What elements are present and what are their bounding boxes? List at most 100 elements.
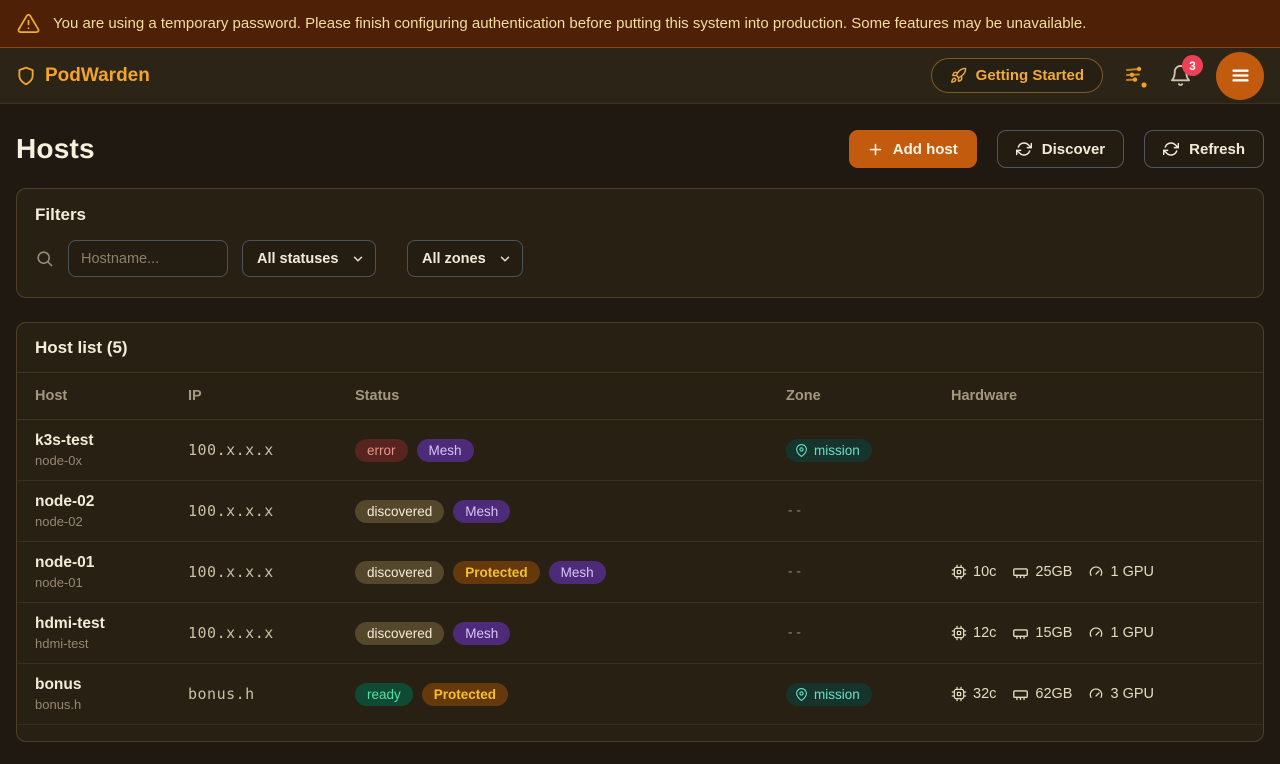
zone-select-wrap: All zones xyxy=(407,240,523,277)
host-cell: bonusbonus.h xyxy=(35,676,188,712)
host-subtitle: hdmi-test xyxy=(35,636,188,651)
cpu-icon xyxy=(951,564,967,580)
host-ip: bonus.h xyxy=(188,685,355,703)
memory-icon xyxy=(1012,564,1029,581)
status-badge-mesh: Mesh xyxy=(549,561,606,584)
warning-triangle-icon xyxy=(17,12,40,35)
memory-icon xyxy=(1012,625,1029,642)
hostname-search-input[interactable] xyxy=(68,240,228,277)
zone-filter-select[interactable]: All zones xyxy=(407,240,523,277)
host-ip: 100.x.x.x xyxy=(188,502,355,520)
hardware-value: 10c xyxy=(973,564,996,580)
table-row[interactable]: bonusbonus.hbonus.hreadyProtected mission… xyxy=(17,664,1263,725)
column-header-hardware: Hardware xyxy=(951,388,1245,404)
status-cell: discoveredMesh xyxy=(355,500,786,523)
host-subtitle: node-02 xyxy=(35,514,188,529)
zone-empty: -- xyxy=(786,625,803,641)
zone-empty: -- xyxy=(786,503,803,519)
host-ip: 100.x.x.x xyxy=(188,563,355,581)
table-row[interactable]: node-01node-01100.x.x.xdiscoveredProtect… xyxy=(17,542,1263,603)
hardware-cell: 10c 25GB 1 GPU xyxy=(951,564,1245,581)
zone-badge: mission xyxy=(786,683,872,706)
sliders-icon[interactable] xyxy=(1123,63,1149,89)
refresh-label: Refresh xyxy=(1189,141,1245,158)
host-ip: 100.x.x.x xyxy=(188,441,355,459)
zone-label: mission xyxy=(814,443,860,458)
filters-card: Filters All statuses All xyxy=(16,188,1264,298)
status-cell: errorMesh xyxy=(355,439,786,462)
hardware-item: 15GB xyxy=(1012,625,1072,642)
filters-title: Filters xyxy=(35,205,1245,225)
hardware-item: 1 GPU xyxy=(1088,625,1154,641)
map-pin-icon xyxy=(795,444,808,457)
zone-badge: mission xyxy=(786,439,872,462)
hardware-value: 62GB xyxy=(1035,686,1072,702)
host-cell: hdmi-testhdmi-test xyxy=(35,615,188,651)
gpu-gauge-icon xyxy=(1088,686,1104,702)
zone-cell: -- xyxy=(786,624,951,642)
hardware-value: 3 GPU xyxy=(1110,686,1154,702)
table-row[interactable]: node-02 node-02100.x.x.xdiscoveredMesh-- xyxy=(17,481,1263,542)
host-name: node-02 xyxy=(35,493,188,511)
page-title: Hosts xyxy=(16,133,95,165)
brand-name: PodWarden xyxy=(45,65,150,87)
cpu-icon xyxy=(951,686,967,702)
column-header-zone: Zone xyxy=(786,388,951,404)
hardware-item: 12c xyxy=(951,625,996,641)
hardware-item: 32c xyxy=(951,686,996,702)
add-host-button[interactable]: Add host xyxy=(849,130,977,168)
column-header-status: Status xyxy=(355,388,786,404)
main-content: Hosts Add host Discover xyxy=(0,130,1280,742)
app-header: PodWarden Getting Started xyxy=(0,48,1280,104)
map-pin-icon xyxy=(795,688,808,701)
host-name: bonus xyxy=(35,676,188,694)
header-actions: Getting Started 3 xyxy=(931,52,1264,100)
hardware-value: 15GB xyxy=(1035,625,1072,641)
table-header-row: Host IP Status Zone Hardware xyxy=(17,373,1263,420)
hardware-item: 1 GPU xyxy=(1088,564,1154,580)
table-row[interactable]: hdmi-testhdmi-test100.x.x.xdiscoveredMes… xyxy=(17,603,1263,664)
memory-icon xyxy=(1012,686,1029,703)
getting-started-button[interactable]: Getting Started xyxy=(931,58,1103,93)
table-row[interactable]: k3s-testnode-0x100.x.x.xerrorMesh mission xyxy=(17,420,1263,481)
page-header-row: Hosts Add host Discover xyxy=(16,130,1264,168)
host-subtitle: node-01 xyxy=(35,575,188,590)
host-list-title: Host list (5) xyxy=(17,323,1263,373)
refresh-button[interactable]: Refresh xyxy=(1144,130,1264,168)
host-cell: k3s-testnode-0x xyxy=(35,432,188,468)
hardware-value: 25GB xyxy=(1035,564,1072,580)
status-badge-protected: Protected xyxy=(422,683,508,706)
hardware-item: 25GB xyxy=(1012,564,1072,581)
zone-empty: -- xyxy=(786,564,803,580)
zone-cell: mission xyxy=(786,439,951,462)
notifications-bell[interactable]: 3 xyxy=(1169,64,1192,87)
hardware-cell: 32c 62GB 3 GPU xyxy=(951,686,1245,703)
getting-started-label: Getting Started xyxy=(976,67,1084,84)
status-badge-error: error xyxy=(355,439,408,462)
status-badge-discovered: discovered xyxy=(355,500,444,523)
hardware-value: 12c xyxy=(973,625,996,641)
host-ip: 100.x.x.x xyxy=(188,624,355,642)
host-list-card: Host list (5) Host IP Status Zone Hardwa… xyxy=(16,322,1264,742)
zone-label: mission xyxy=(814,687,860,702)
status-cell: readyProtected xyxy=(355,683,786,706)
host-name: k3s-test xyxy=(35,432,188,450)
hardware-value: 1 GPU xyxy=(1110,625,1154,641)
add-host-label: Add host xyxy=(893,141,958,158)
brand[interactable]: PodWarden xyxy=(16,65,150,87)
menu-button[interactable] xyxy=(1216,52,1264,100)
host-cell: node-02 node-02 xyxy=(35,493,188,529)
status-filter-select[interactable]: All statuses xyxy=(242,240,376,277)
status-badge-protected: Protected xyxy=(453,561,539,584)
host-table-body: k3s-testnode-0x100.x.x.xerrorMeshmission… xyxy=(17,420,1263,725)
discover-label: Discover xyxy=(1042,141,1105,158)
page-actions: Add host Discover Refres xyxy=(849,130,1264,168)
plus-icon xyxy=(868,142,883,157)
status-cell: discoveredProtectedMesh xyxy=(355,561,786,584)
hamburger-icon xyxy=(1230,65,1251,86)
temporary-password-banner: You are using a temporary password. Plea… xyxy=(0,0,1280,48)
cpu-icon xyxy=(951,625,967,641)
hardware-value: 32c xyxy=(973,686,996,702)
rocket-icon xyxy=(950,67,967,84)
discover-button[interactable]: Discover xyxy=(997,130,1124,168)
